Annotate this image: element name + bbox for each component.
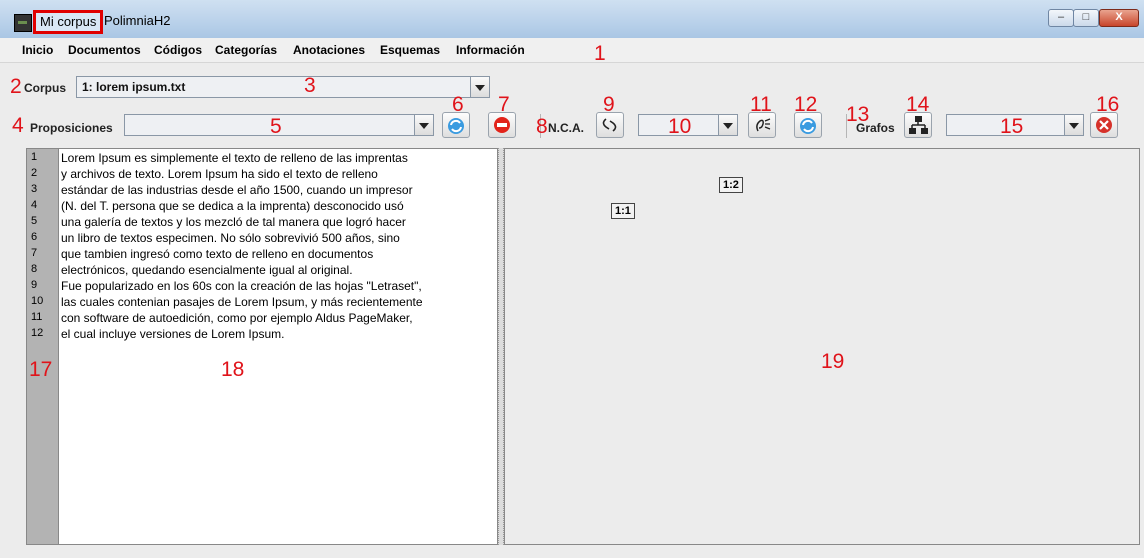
- annotation-3: 3: [304, 74, 316, 97]
- annotation-19: 19: [821, 350, 845, 373]
- status-bar: [0, 545, 1144, 558]
- corpus-select-value: 1: lorem ipsum.txt: [82, 80, 186, 94]
- chevron-down-icon[interactable]: [414, 115, 433, 135]
- menu-inicio[interactable]: Inicio: [22, 43, 53, 57]
- line-number: 8: [31, 263, 38, 275]
- nca-label: N.C.A.: [548, 121, 584, 135]
- annotation-18: 18: [221, 358, 245, 381]
- maximize-button[interactable]: □: [1073, 9, 1099, 27]
- grafos-label: Grafos: [856, 121, 895, 135]
- annotation-12: 12: [794, 93, 818, 116]
- line-number: 3: [31, 183, 38, 195]
- refresh-icon: [448, 118, 464, 134]
- text-line: electrónicos, quedando esencialmente igu…: [61, 263, 353, 277]
- annotation-2: 2: [10, 75, 22, 98]
- annotation-11: 11: [750, 93, 772, 116]
- title-bar: Mi corpus PolimniaH2 – □ X: [0, 0, 1144, 39]
- tree-icon: [909, 116, 928, 134]
- refresh-icon: [800, 118, 816, 134]
- annotation-14: 14: [906, 93, 930, 116]
- line-number: 5: [31, 215, 38, 227]
- corpus-select[interactable]: 1: lorem ipsum.txt: [76, 76, 490, 98]
- menu-informacion[interactable]: Información: [456, 43, 525, 57]
- annotation-5: 5: [270, 115, 282, 138]
- text-line: Fue popularizado en los 60s con la creac…: [61, 279, 422, 293]
- annotation-16: 16: [1096, 93, 1120, 116]
- app-icon: [14, 14, 32, 32]
- close-icon: [1096, 117, 1112, 133]
- annotation-1: 1: [594, 42, 606, 65]
- annotation-10: 10: [668, 115, 692, 138]
- menu-anotaciones[interactable]: Anotaciones: [293, 43, 365, 57]
- app-name: PolimniaH2: [104, 13, 171, 28]
- proposiciones-label: Proposiciones: [30, 121, 113, 135]
- annotation-17: 17: [29, 358, 53, 381]
- line-number-gutter: 1 2 3 4 5 6 7 8 9 10 11 12 17: [26, 148, 59, 545]
- minimize-button[interactable]: –: [1048, 9, 1074, 27]
- chevron-down-icon[interactable]: [718, 115, 737, 135]
- text-line: una galería de textos y los mezcló de ta…: [61, 215, 406, 229]
- gesture-icon: [756, 118, 771, 132]
- line-number: 7: [31, 247, 38, 259]
- link-icon: [602, 118, 617, 132]
- graph-canvas[interactable]: 1:1 1:2 19: [504, 148, 1140, 545]
- line-number: 9: [31, 279, 38, 291]
- menu-codigos[interactable]: Códigos: [154, 43, 202, 57]
- annotation-6: 6: [452, 93, 464, 116]
- annotation-8: 8: [536, 115, 548, 138]
- text-line: que tambien ingresó como texto de rellen…: [61, 247, 374, 261]
- line-number: 4: [31, 199, 38, 211]
- text-line: y archivos de texto. Lorem Ipsum ha sido…: [61, 167, 378, 181]
- graph-node[interactable]: 1:1: [611, 203, 635, 219]
- menu-categorias[interactable]: Categorías: [215, 43, 277, 57]
- line-number: 12: [31, 327, 44, 339]
- line-number: 6: [31, 231, 38, 243]
- window-title: Mi corpus: [33, 10, 104, 34]
- line-number: 11: [31, 311, 43, 323]
- chevron-down-icon[interactable]: [470, 77, 489, 97]
- text-line: (N. del T. persona que se dedica a la im…: [61, 199, 404, 213]
- line-number: 10: [31, 295, 44, 307]
- stop-icon: [494, 117, 510, 133]
- line-number: 1: [31, 151, 38, 163]
- menu-documentos[interactable]: Documentos: [68, 43, 141, 57]
- graph-node[interactable]: 1:2: [719, 177, 743, 193]
- annotation-15: 15: [1000, 115, 1024, 138]
- menu-bar: Inicio Documentos Códigos Categorías Ano…: [0, 38, 1144, 63]
- close-window-button[interactable]: X: [1099, 9, 1139, 27]
- text-line: el cual incluye versiones de Lorem Ipsum…: [61, 327, 285, 341]
- corpus-label: Corpus: [24, 81, 66, 95]
- document-text-area[interactable]: Lorem Ipsum es simplemente el texto de r…: [58, 148, 498, 545]
- text-line: Lorem Ipsum es simplemente el texto de r…: [61, 151, 408, 165]
- chevron-down-icon[interactable]: [1064, 115, 1083, 135]
- line-number: 2: [31, 167, 38, 179]
- text-line: las cuales contenian pasajes de Lorem Ip…: [61, 295, 423, 309]
- annotation-4: 4: [12, 114, 24, 137]
- menu-esquemas[interactable]: Esquemas: [380, 43, 440, 57]
- annotation-9: 9: [603, 93, 615, 116]
- annotation-7: 7: [498, 93, 510, 116]
- text-line: un libro de textos especimen. No sólo so…: [61, 231, 400, 245]
- text-line: estándar de las industrias desde el año …: [61, 183, 413, 197]
- text-line: con software de autoedición, como por ej…: [61, 311, 413, 325]
